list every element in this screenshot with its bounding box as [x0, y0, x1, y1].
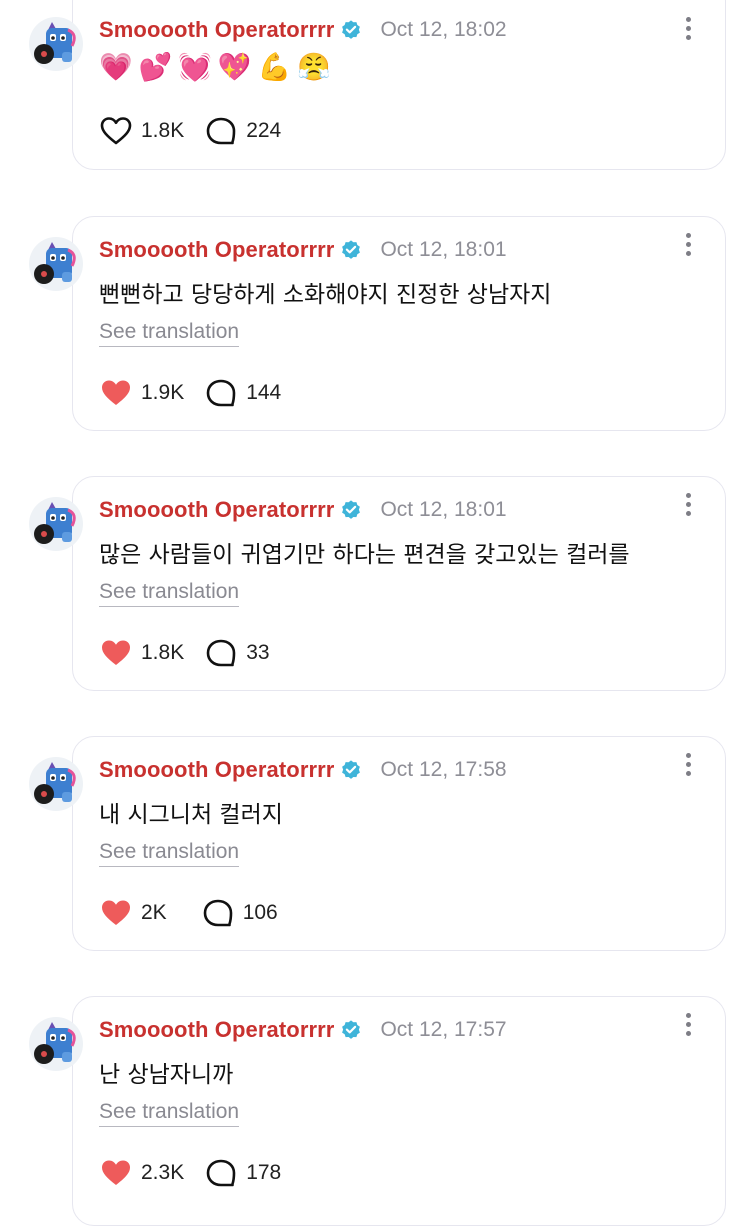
post-2: Smooooth Operatorrrr Oct 12, 18:01 뻔뻔하고 … — [0, 216, 746, 446]
more-vertical-icon[interactable] — [683, 233, 693, 259]
post-card[interactable]: Smooooth Operatorrrr Oct 12, 17:57 난 상남자… — [72, 996, 726, 1226]
pink-heart-emoji: 💗 — [99, 52, 133, 83]
post-text: 뻔뻔하고 당당하게 소화해야지 진정한 상남자지 — [99, 282, 552, 308]
comment-bubble-icon — [206, 117, 236, 145]
post-timestamp: Oct 12, 18:01 — [380, 238, 507, 261]
post-card[interactable]: Smooooth Operatorrrr Oct 12, 18:01 많은 사람… — [72, 476, 726, 691]
post-header: Smooooth Operatorrrr Oct 12, 18:01 — [99, 235, 507, 265]
comment-button[interactable]: 178 — [204, 1157, 281, 1189]
post-header: Smooooth Operatorrrr Oct 12, 17:58 — [99, 755, 507, 785]
post-actions: 1.8K 33 — [99, 637, 290, 669]
comment-button[interactable]: 106 — [201, 897, 278, 929]
comment-button[interactable]: 33 — [204, 637, 270, 669]
post-4: Smooooth Operatorrrr Oct 12, 17:58 내 시그니… — [0, 736, 746, 966]
comment-bubble-icon — [203, 899, 232, 927]
avatar[interactable] — [28, 1016, 84, 1072]
post-header: Smooooth Operatorrrr Oct 12, 17:57 — [99, 1015, 507, 1045]
comment-count: 178 — [246, 1161, 282, 1184]
comment-count: 144 — [246, 381, 282, 404]
see-translation-link[interactable]: See translation — [99, 580, 240, 607]
see-translation-link[interactable]: See translation — [99, 840, 240, 867]
avatar[interactable] — [28, 756, 84, 812]
like-count: 1.9K — [141, 381, 185, 404]
avatar[interactable] — [28, 496, 84, 552]
verified-badge-icon — [342, 20, 361, 39]
like-button[interactable]: 1.8K — [99, 637, 184, 669]
heart-icon — [102, 900, 130, 925]
post-card[interactable]: Smooooth Operatorrrr Oct 12, 17:58 내 시그니… — [72, 736, 726, 951]
like-count: 1.8K — [141, 119, 185, 142]
verified-badge-icon — [342, 500, 361, 519]
avatar[interactable] — [28, 236, 84, 292]
like-count: 2K — [141, 901, 167, 924]
author-name[interactable]: Smooooth Operatorrrr — [99, 237, 334, 263]
post-1: Smooooth Operatorrrr Oct 12, 18:02 💗 💕 💓… — [0, 0, 746, 230]
author-name[interactable]: Smooooth Operatorrrr — [99, 757, 334, 783]
heart-icon — [100, 117, 132, 145]
verified-badge-icon — [342, 760, 361, 779]
two-hearts-emoji: 💕 — [138, 52, 173, 83]
comment-count: 224 — [246, 119, 282, 142]
verified-badge-icon — [342, 1020, 361, 1039]
post-timestamp: Oct 12, 18:02 — [380, 18, 507, 41]
post-text: 난 상남자니까 — [99, 1062, 234, 1088]
post-timestamp: Oct 12, 17:57 — [380, 1018, 507, 1041]
emoji-row: 💗 💕 💓 💖 💪 😤 — [99, 51, 331, 85]
see-translation-link[interactable]: See translation — [99, 320, 240, 347]
post-text: 많은 사람들이 귀엽기만 하다는 편견을 갖고있는 컬러를 — [99, 542, 630, 568]
more-vertical-icon[interactable] — [683, 17, 693, 43]
like-count: 1.8K — [141, 641, 185, 664]
post-actions: 1.9K 144 — [99, 377, 301, 409]
post-header: Smooooth Operatorrrr Oct 12, 18:01 — [99, 495, 507, 525]
more-vertical-icon[interactable] — [683, 1013, 693, 1039]
post-timestamp: Oct 12, 17:58 — [380, 758, 507, 781]
heart-icon — [102, 380, 130, 405]
post-5: Smooooth Operatorrrr Oct 12, 17:57 난 상남자… — [0, 996, 746, 1226]
post-actions: 2K 106 — [99, 897, 298, 929]
see-translation-link[interactable]: See translation — [99, 1100, 240, 1127]
post-3: Smooooth Operatorrrr Oct 12, 18:01 많은 사람… — [0, 476, 746, 706]
comment-count: 33 — [246, 641, 270, 664]
comment-bubble-icon — [206, 379, 236, 407]
like-count: 2.3K — [141, 1161, 185, 1184]
post-actions: 2.3K 178 — [99, 1157, 301, 1189]
author-name[interactable]: Smooooth Operatorrrr — [99, 17, 334, 43]
author-name[interactable]: Smooooth Operatorrrr — [99, 1017, 334, 1043]
triumph-face-emoji: 😤 — [297, 52, 331, 83]
comment-bubble-icon — [206, 639, 236, 667]
flexed-biceps-emoji: 💪 — [257, 52, 292, 83]
comment-bubble-icon — [206, 1159, 236, 1187]
comment-button[interactable]: 224 — [204, 115, 281, 147]
like-button[interactable]: 1.8K — [99, 115, 184, 147]
verified-badge-icon — [342, 240, 361, 259]
beating-heart-emoji: 💓 — [178, 52, 212, 83]
more-vertical-icon[interactable] — [683, 753, 693, 779]
like-button[interactable]: 2K — [99, 897, 181, 929]
like-button[interactable]: 1.9K — [99, 377, 184, 409]
comment-button[interactable]: 144 — [204, 377, 281, 409]
like-button[interactable]: 2.3K — [99, 1157, 184, 1189]
comment-count: 106 — [242, 901, 278, 924]
more-vertical-icon[interactable] — [683, 493, 693, 519]
heart-icon — [102, 1160, 130, 1185]
author-name[interactable]: Smooooth Operatorrrr — [99, 497, 334, 523]
avatar[interactable] — [28, 16, 84, 72]
heart-icon — [102, 640, 130, 665]
post-card[interactable]: Smooooth Operatorrrr Oct 12, 18:01 뻔뻔하고 … — [72, 216, 726, 431]
post-card[interactable]: Smooooth Operatorrrr Oct 12, 18:02 💗 💕 💓… — [72, 0, 726, 170]
post-text: 내 시그니처 컬러지 — [99, 802, 283, 828]
post-header: Smooooth Operatorrrr Oct 12, 18:02 — [99, 15, 507, 45]
sparkling-heart-emoji: 💖 — [217, 52, 252, 83]
post-timestamp: Oct 12, 18:01 — [380, 498, 507, 521]
post-actions: 1.8K 224 — [99, 115, 301, 147]
